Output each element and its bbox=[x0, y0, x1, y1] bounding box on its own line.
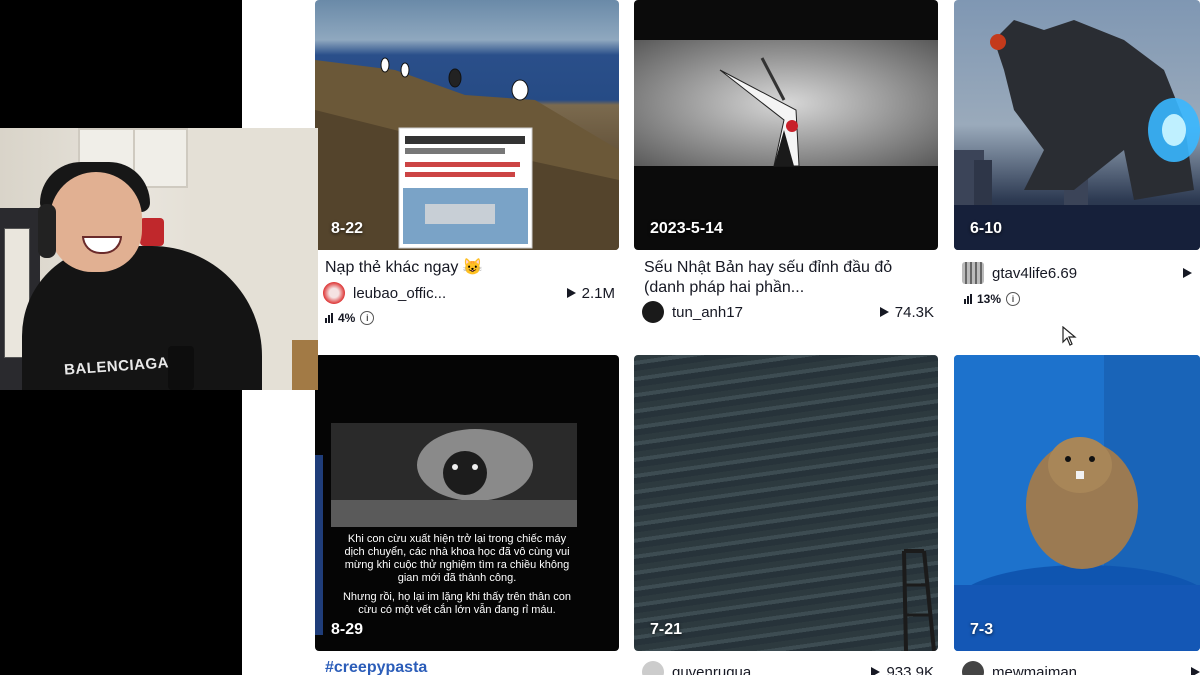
avatar[interactable] bbox=[642, 301, 664, 323]
username[interactable]: gtav4life6.69 bbox=[992, 265, 1175, 282]
view-count-value: 74.3K bbox=[894, 303, 934, 321]
video-thumbnail[interactable]: 7-3 bbox=[954, 355, 1200, 651]
video-caption[interactable]: Sếu Nhật Bản hay sếu đỉnh đầu đỏ (danh p… bbox=[644, 258, 934, 298]
info-icon[interactable]: i bbox=[1006, 292, 1021, 306]
play-icon bbox=[871, 667, 881, 675]
hashtag-link[interactable]: #creepypasta bbox=[325, 659, 427, 675]
video-date: 8-22 bbox=[331, 220, 364, 237]
play-icon bbox=[1183, 268, 1192, 278]
engagement-stat: 4% i bbox=[325, 311, 375, 325]
video-meta: tun_anh17 74.3K bbox=[642, 301, 934, 323]
video-date: 7-3 bbox=[970, 621, 994, 638]
view-count: 2.1M bbox=[566, 284, 615, 302]
mouse-cursor-icon bbox=[1062, 326, 1077, 346]
engagement-stat: 13% i bbox=[964, 292, 1021, 306]
bar-chart-icon bbox=[964, 294, 972, 304]
cardboard-box bbox=[292, 340, 318, 390]
avatar[interactable] bbox=[323, 282, 345, 304]
video-thumbnail[interactable]: 2023-5-14 bbox=[634, 0, 938, 250]
screen: 8-22 Nạp thẻ khác ngay 😺 leubao_offic...… bbox=[0, 0, 1200, 675]
overlay-text-1: Khi con cừu xuất hiện trở lại trong chiế… bbox=[344, 533, 570, 584]
avatar[interactable] bbox=[642, 661, 664, 675]
view-count-value: 2.1M bbox=[581, 284, 615, 302]
username[interactable]: quvenruqua bbox=[672, 664, 863, 675]
video-thumbnail[interactable]: 8-22 bbox=[315, 0, 619, 250]
engagement-value: 4% bbox=[338, 311, 356, 325]
avatar[interactable] bbox=[962, 262, 984, 284]
crane-image bbox=[634, 40, 938, 167]
username[interactable]: leubao_offic... bbox=[353, 285, 559, 302]
play-icon bbox=[879, 307, 889, 317]
username[interactable]: mewmaiman bbox=[992, 664, 1183, 675]
overlay-text-2: Nhưng rồi, họ lại im lặng khi thấy trên … bbox=[342, 591, 572, 616]
play-icon bbox=[1191, 667, 1200, 675]
info-icon[interactable]: i bbox=[360, 311, 375, 325]
bar-chart-icon bbox=[325, 313, 333, 323]
view-count: 933.9K bbox=[871, 664, 934, 675]
video-meta: mewmaiman bbox=[962, 661, 1200, 675]
video-date: 8-29 bbox=[331, 621, 364, 638]
view-count-value: 933.9K bbox=[886, 663, 934, 675]
video-thumbnail[interactable]: 6-10 bbox=[954, 0, 1200, 250]
view-count bbox=[1183, 268, 1192, 278]
video-meta: quvenruqua 933.9K bbox=[642, 661, 934, 675]
avatar[interactable] bbox=[962, 661, 984, 675]
marmot-image bbox=[954, 355, 1200, 651]
video-caption[interactable]: Nạp thẻ khác ngay 😺 bbox=[325, 258, 615, 278]
headphones-icon bbox=[38, 204, 56, 258]
view-count: 74.3K bbox=[879, 303, 934, 321]
video-meta: leubao_offic... 2.1M bbox=[323, 282, 615, 304]
video-date: 2023-5-14 bbox=[650, 220, 723, 237]
video-date: 6-10 bbox=[970, 220, 1003, 237]
streamer-face bbox=[50, 172, 142, 272]
godzilla-image bbox=[954, 20, 1200, 250]
video-grid: 8-22 Nạp thẻ khác ngay 😺 leubao_offic...… bbox=[242, 0, 1200, 675]
birds-cliff-image bbox=[315, 57, 619, 250]
view-count bbox=[1191, 667, 1200, 675]
microphone bbox=[168, 346, 194, 390]
sea-water-image bbox=[902, 549, 936, 651]
kettle bbox=[140, 218, 164, 246]
username[interactable]: tun_anh17 bbox=[672, 304, 872, 321]
engagement-value: 13% bbox=[977, 292, 1002, 306]
video-meta: gtav4life6.69 bbox=[962, 262, 1200, 284]
video-thumbnail[interactable]: 7-21 bbox=[634, 355, 938, 651]
webcam-overlay: BALENCIAGA bbox=[0, 128, 318, 390]
video-thumbnail[interactable]: Khi con cừu xuất hiện trở lại trong chiế… bbox=[315, 355, 619, 651]
video-date: 7-21 bbox=[650, 621, 683, 638]
play-icon bbox=[566, 288, 576, 298]
